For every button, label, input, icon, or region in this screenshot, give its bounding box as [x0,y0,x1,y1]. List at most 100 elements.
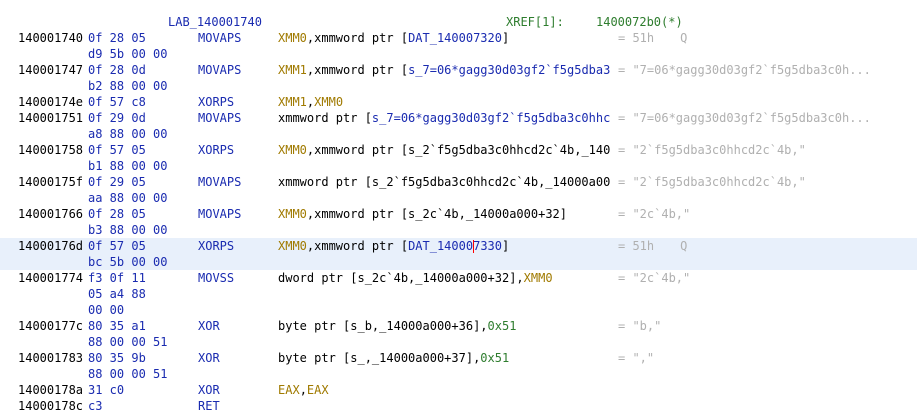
instruction-address[interactable]: 140001751 [18,110,83,126]
eol-comment: = "2`f5g5dba3c0hhcd2c`4b," [618,174,806,190]
register[interactable]: EAX [307,383,329,397]
char-value: Q [680,239,688,253]
register[interactable]: XMM0 [314,95,343,109]
register[interactable]: XMM0 [278,31,307,45]
instruction-row[interactable]: 140001758 0f 57 05 XORPS XMM0,xmmword ptr [… [0,142,917,158]
operand-text: ,xmmword ptr [s_2`f5g5dba3c0hhcd2c`4b,_1… [306,143,613,157]
operands[interactable]: byte ptr [s_b,_14000a000+36],0x51 [278,318,516,334]
comment-text: = 51h [618,239,655,253]
register[interactable]: XMM1 [278,63,307,77]
register[interactable]: XMM0 [278,239,307,253]
instruction-address[interactable]: 140001740 [18,30,83,46]
instruction-row[interactable]: 14000176d 0f 57 05 XORPS XMM0,xmmword ptr [… [0,238,917,254]
continuation-row[interactable]: b3 88 00 00 [0,222,917,238]
continuation-row[interactable]: a8 88 00 00 [0,126,917,142]
immediate-value[interactable]: 0x51 [480,351,509,365]
instruction-address[interactable]: 140001766 [18,206,83,222]
continuation-row[interactable]: aa 88 00 00 [0,190,917,206]
instruction-bytes: b2 88 00 00 [88,79,168,93]
mnemonic[interactable]: MOVSS [198,270,234,286]
mnemonic[interactable]: XOR [198,318,220,334]
comment-text: = "2c`4b," [618,207,691,221]
instruction-row[interactable]: 140001740 0f 28 05 MOVAPS XMM0,xmmword ptr … [0,30,917,46]
operands[interactable]: byte ptr [s_,_14000a000+37],0x51 [278,350,509,366]
register[interactable]: XMM0 [524,271,553,285]
instruction-row[interactable]: 140001747 0f 28 0d MOVAPS XMM1,xmmword ptr … [0,62,917,78]
mnemonic[interactable]: XORPS [198,142,234,158]
instruction-row[interactable]: 140001783 80 35 9b XOR byte ptr [s_,_14000a… [0,350,917,366]
operands[interactable]: XMM0,xmmword ptr [DAT_140007320] [278,30,509,46]
continuation-row[interactable]: 05 a4 88 [0,286,917,302]
operands[interactable]: EAX,EAX [278,382,329,398]
continuation-row[interactable]: bc 5b 00 00 [0,254,917,270]
register[interactable]: XMM1 [278,95,307,109]
instruction-address[interactable]: 14000177c [18,318,83,334]
instruction-bytes: a8 88 00 00 [88,127,168,141]
mnemonic[interactable]: XOR [198,350,220,366]
instruction-bytes: f3 0f 11 [88,271,146,285]
instruction-row[interactable]: 14000177c 80 35 a1 XOR byte ptr [s_b,_14000… [0,318,917,334]
label-reference[interactable]: 7330 [473,239,502,253]
operands[interactable]: dword ptr [s_2c`4b,_14000a000+32],XMM0 [278,270,553,286]
instruction-address[interactable]: 14000178a [18,382,83,398]
mnemonic[interactable]: XOR [198,382,220,398]
label-reference[interactable]: s_7=06*gagg30d03gf2`f5g5dba3c0hhc... [372,111,613,125]
label-row: LAB_140001740 XREF[1]: 1400072b0(*) [0,14,917,30]
instruction-bytes: 0f 28 05 [88,31,146,45]
instruction-address[interactable]: 140001774 [18,270,83,286]
label-reference[interactable]: DAT_140007320 [408,31,502,45]
instruction-bytes: 80 35 a1 [88,319,146,333]
instruction-row[interactable]: 140001766 0f 28 05 MOVAPS XMM0,xmmword ptr … [0,206,917,222]
mnemonic[interactable]: MOVAPS [198,62,241,78]
instruction-address[interactable]: 14000178c [18,398,83,414]
continuation-row[interactable]: d9 5b 00 00 [0,46,917,62]
label-reference[interactable]: DAT_14000 [408,239,473,253]
instruction-address[interactable]: 140001747 [18,62,83,78]
xref-address[interactable]: 1400072b0(*) [596,14,683,30]
eol-comment: = "7=06*gagg30d03gf2`f5g5dba3c0h... [618,110,871,126]
code-label[interactable]: LAB_140001740 [168,14,262,30]
mnemonic[interactable]: MOVAPS [198,174,241,190]
operands[interactable]: XMM1,xmmword ptr [s_7=06*gagg30d03gf2`f5… [278,62,613,78]
mnemonic[interactable]: XORPS [198,94,234,110]
mnemonic[interactable]: XORPS [198,238,234,254]
register[interactable]: EAX [278,383,300,397]
comment-text: = "7=06*gagg30d03gf2`f5g5dba3c0h... [618,63,871,77]
continuation-row[interactable]: 00 00 [0,302,917,318]
register[interactable]: XMM0 [278,207,307,221]
operand-text: byte ptr [s_b,_14000a000+36], [278,319,488,333]
instruction-row[interactable]: 14000175f 0f 29 05 MOVAPS xmmword ptr [s_2`… [0,174,917,190]
continuation-row[interactable]: b2 88 00 00 [0,78,917,94]
mnemonic[interactable]: MOVAPS [198,206,241,222]
operands[interactable]: xmmword ptr [s_7=06*gagg30d03gf2`f5g5dba… [278,110,613,126]
label-reference[interactable]: s_7=06*gagg30d03gf2`f5g5dba3... [408,63,613,77]
instruction-bytes: 88 00 00 51 [88,335,168,349]
operands[interactable]: XMM0,xmmword ptr [s_2`f5g5dba3c0hhcd2c`4… [278,142,613,158]
continuation-row[interactable]: 88 00 00 51 [0,334,917,350]
continuation-row[interactable]: 88 00 00 51 [0,366,917,382]
operands[interactable]: XMM0,xmmword ptr [DAT_140007330] [278,238,509,254]
instruction-address[interactable]: 140001783 [18,350,83,366]
instruction-row[interactable]: 14000178c c3 RET [0,398,917,414]
instruction-row[interactable]: 14000178a 31 c0 XOR EAX,EAX [0,382,917,398]
operands[interactable]: xmmword ptr [s_2`f5g5dba3c0hhcd2c`4b,_14… [278,174,613,190]
instruction-address[interactable]: 14000174e [18,94,83,110]
instruction-bytes: 31 c0 [88,383,125,397]
eol-comment: = "b," [618,318,661,334]
mnemonic[interactable]: MOVAPS [198,110,241,126]
operands[interactable]: XMM0,xmmword ptr [s_2c`4b,_14000a000+32] [278,206,567,222]
operands[interactable]: XMM1,XMM0 [278,94,343,110]
instruction-row[interactable]: 140001774 f3 0f 11 MOVSS dword ptr [s_2c`4b… [0,270,917,286]
register[interactable]: XMM0 [278,143,307,157]
immediate-value[interactable]: 0x51 [488,319,517,333]
operand-text: xmmword ptr [ [278,111,372,125]
mnemonic[interactable]: MOVAPS [198,30,241,46]
continuation-row[interactable]: b1 88 00 00 [0,158,917,174]
instruction-address[interactable]: 140001758 [18,142,83,158]
mnemonic[interactable]: RET [198,398,220,414]
instruction-address[interactable]: 14000176d [18,238,83,254]
instruction-row[interactable]: 14000174e 0f 57 c8 XORPS XMM1,XMM0 [0,94,917,110]
instruction-address[interactable]: 14000175f [18,174,83,190]
instruction-bytes: 00 00 [88,303,125,317]
instruction-row[interactable]: 140001751 0f 29 0d MOVAPS xmmword ptr [s_7=… [0,110,917,126]
